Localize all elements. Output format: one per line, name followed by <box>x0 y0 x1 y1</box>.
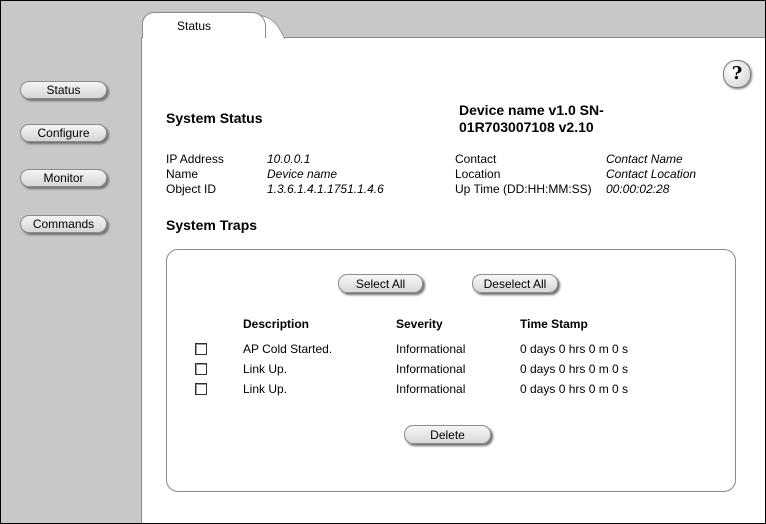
trap-row-checkbox[interactable] <box>195 383 207 395</box>
tab-status[interactable]: Status <box>142 12 266 38</box>
device-info-line2: 01R703007108 v2.10 <box>459 119 594 135</box>
trap-severity: Informational <box>396 342 466 356</box>
uptime-value: 00:00:02:28 <box>606 182 670 196</box>
system-status-title: System Status <box>166 110 263 126</box>
trap-row-checkbox[interactable] <box>195 343 207 355</box>
object-id-value: 1.3.6.1.4.1.1751.1.4.6 <box>267 182 384 196</box>
uptime-label: Up Time (DD:HH:MM:SS) <box>455 182 592 196</box>
trap-time-stamp: 0 days 0 hrs 0 m 0 s <box>520 342 629 356</box>
location-label: Location <box>455 167 501 181</box>
contact-value: Contact Name <box>606 152 683 166</box>
delete-button[interactable]: Delete <box>404 425 491 444</box>
contact-label: Contact <box>455 152 497 166</box>
device-info-line1: Device name v1.0 SN- <box>459 102 604 118</box>
nav-status-button[interactable]: Status <box>20 81 107 99</box>
name-value: Device name <box>267 167 338 181</box>
deselect-all-button[interactable]: Deselect All <box>472 274 558 293</box>
column-header-time-stamp: Time Stamp <box>520 317 588 331</box>
nav-monitor-button[interactable]: Monitor <box>20 169 107 187</box>
trap-time-stamp: 0 days 0 hrs 0 m 0 s <box>520 382 629 396</box>
trap-row-checkbox[interactable] <box>195 363 207 375</box>
nav-configure-button[interactable]: Configure <box>20 124 107 142</box>
ip-address-value: 10.0.0.1 <box>267 152 311 166</box>
location-value: Contact Location <box>606 167 697 181</box>
trap-time-stamp: 0 days 0 hrs 0 m 0 s <box>520 362 629 376</box>
sidebar: Status Configure Monitor Commands <box>1 1 142 523</box>
column-header-severity: Severity <box>396 317 443 331</box>
trap-severity: Informational <box>396 362 466 376</box>
ip-address-label: IP Address <box>166 152 224 166</box>
system-traps-title: System Traps <box>166 217 258 233</box>
select-all-button[interactable]: Select All <box>338 274 423 293</box>
trap-severity: Informational <box>396 382 466 396</box>
trap-description: Link Up. <box>243 362 288 376</box>
browser-frame: Status Configure Monitor Commands Status… <box>0 0 766 524</box>
object-id-label: Object ID <box>166 182 217 196</box>
help-icon[interactable]: ? <box>723 60 751 88</box>
trap-description: Link Up. <box>243 382 288 396</box>
column-header-description: Description <box>243 317 310 331</box>
nav-commands-button[interactable]: Commands <box>20 215 107 233</box>
name-label: Name <box>166 167 199 181</box>
trap-description: AP Cold Started. <box>243 342 333 356</box>
